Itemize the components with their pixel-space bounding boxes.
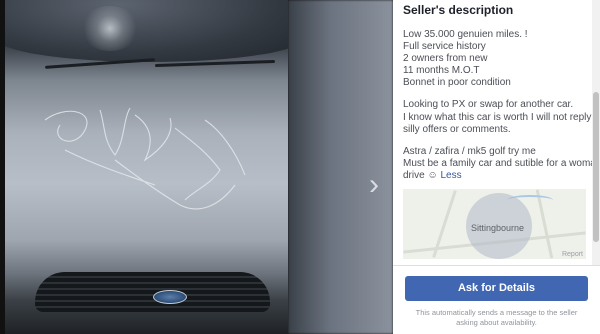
description-line: Full service history <box>403 41 486 53</box>
scrollbar-thumb[interactable] <box>593 92 599 242</box>
description-line: Astra / zafira / mk5 golf try me <box>403 145 536 157</box>
seller-description: Low 35.000 genuien miles. ! Full service… <box>403 29 592 182</box>
description-line: Must be a family car and sutible for a w… <box>403 157 592 169</box>
location-map[interactable]: Sittingbourne Report <box>403 189 586 260</box>
section-heading: Seller's description <box>403 3 514 17</box>
less-link[interactable]: Less <box>440 170 461 181</box>
details-scrollbar[interactable] <box>592 0 600 265</box>
ford-badge-icon <box>153 290 187 304</box>
description-line: I know what this car is worth I will not… <box>403 111 592 123</box>
map-place-label: Sittingbourne <box>471 223 525 234</box>
details-scroll-area[interactable]: Seller's description Low 35.000 genuien … <box>393 0 592 265</box>
description-line: Low 35.000 genuien miles. ! <box>403 29 528 40</box>
listing-details-panel: Seller's description Low 35.000 genuien … <box>393 0 600 334</box>
description-last-line: drive ☺ Less <box>403 170 592 182</box>
front-grille <box>35 272 270 312</box>
ask-for-details-button[interactable]: Ask for Details <box>405 276 588 301</box>
next-photo-chevron-icon[interactable]: › <box>362 168 386 202</box>
car-bonnet-image <box>5 0 288 334</box>
description-line: silly offers or comments. <box>403 123 511 135</box>
divider <box>393 265 600 266</box>
description-line: Bonnet in poor condition <box>403 77 511 89</box>
smiley-emoji-icon: ☺ <box>427 169 438 181</box>
listing-photo[interactable]: › <box>0 0 393 334</box>
map-report-link[interactable]: Report <box>562 251 583 258</box>
description-line: Looking to PX or swap for another car. <box>403 99 574 111</box>
description-line: 2 owners from new <box>403 53 488 65</box>
photo-blur-edge <box>288 0 393 334</box>
description-line: drive <box>403 169 428 181</box>
auto-message-note: This automatically sends a message to th… <box>415 308 578 327</box>
description-line: 11 months M.O.T <box>403 65 480 77</box>
marketplace-listing-viewer: › Seller's description Low 35.000 genuie… <box>0 0 600 334</box>
